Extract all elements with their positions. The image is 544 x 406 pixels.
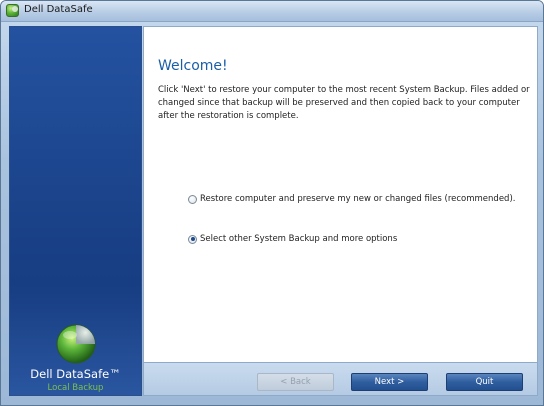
datasafe-globe-icon [56, 324, 96, 364]
option-label: Restore computer and preserve my new or … [200, 194, 516, 204]
window-title: Dell DataSafe [24, 4, 93, 15]
datasafe-app-icon [6, 4, 19, 17]
option-select-other-backup[interactable]: Select other System Backup and more opti… [188, 234, 397, 244]
next-button[interactable]: Next > [351, 373, 428, 391]
back-button[interactable]: < Back [257, 373, 334, 391]
title-bar[interactable]: Dell DataSafe [1, 1, 543, 22]
page-title: Welcome! [158, 58, 228, 74]
brand-sidebar: Dell DataSafe™ Local Backup [9, 26, 142, 396]
content-panel: Welcome! Click 'Next' to restore your co… [143, 26, 538, 363]
radio-restore-preserve[interactable] [188, 194, 197, 204]
intro-text: Click 'Next' to restore your computer to… [158, 85, 530, 121]
option-restore-preserve[interactable]: Restore computer and preserve my new or … [188, 194, 515, 204]
brand-name: Dell DataSafe™ [30, 367, 121, 381]
datasafe-window: Dell DataSafe Dell DataSafe™ Local Backu… [0, 0, 544, 406]
radio-select-other-backup[interactable] [188, 234, 197, 244]
quit-button[interactable]: Quit [446, 373, 523, 391]
brand-subtitle: Local Backup [47, 383, 104, 393]
button-bar: < Back Next > Quit [143, 363, 538, 396]
option-label: Select other System Backup and more opti… [200, 234, 398, 244]
